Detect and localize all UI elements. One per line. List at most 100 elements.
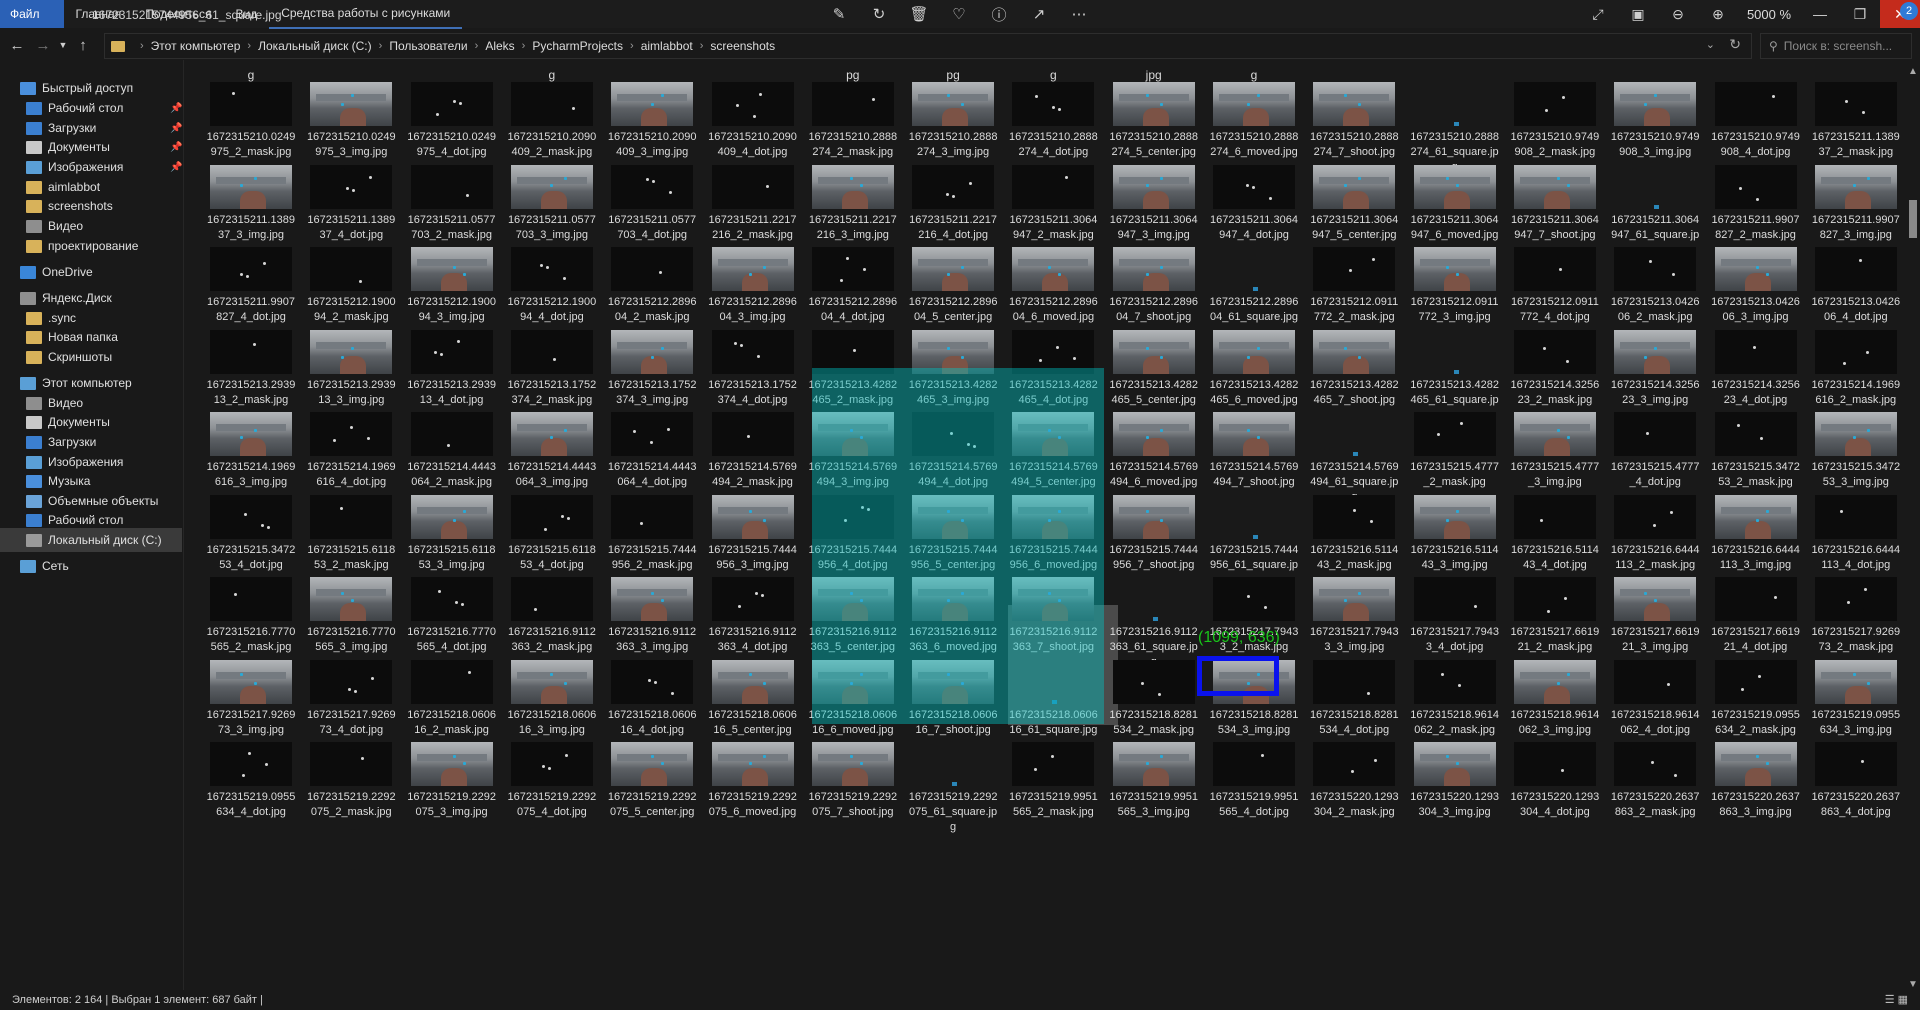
file-thumbnail xyxy=(1714,742,1797,786)
breadcrumb-item[interactable]: PycharmProjects xyxy=(532,39,623,53)
edit-icon[interactable]: ✎ xyxy=(828,3,850,25)
file-thumbnail xyxy=(410,164,493,209)
info-icon[interactable]: ⓘ xyxy=(988,3,1010,25)
file-thumbnail xyxy=(1313,412,1395,456)
minimize-icon[interactable]: — xyxy=(1800,0,1840,28)
file-thumbnail xyxy=(1814,494,1897,539)
search-input[interactable] xyxy=(1783,39,1904,53)
file-thumbnail xyxy=(1513,164,1596,209)
nav-item[interactable]: Скриншоты xyxy=(0,345,112,369)
refresh-icon[interactable]: ↻ xyxy=(1729,36,1741,53)
file-thumbnail xyxy=(1112,247,1195,291)
file-thumbnail xyxy=(1112,82,1195,126)
back-button[interactable]: ← xyxy=(4,32,30,58)
navigation-pane: Быстрый доступ Рабочий стол 📌 Загрузки 📌 Доку… xyxy=(0,60,184,990)
expand-icon[interactable]: ⤢ xyxy=(1578,0,1618,28)
file-thumbnail xyxy=(310,247,393,291)
file-thumbnail xyxy=(711,494,794,539)
file-thumbnail xyxy=(1012,660,1094,704)
breadcrumb-item[interactable]: Этот компьютер xyxy=(151,39,241,53)
breadcrumb-separator-icon[interactable]: › xyxy=(140,40,144,52)
breadcrumb-separator-icon[interactable]: › xyxy=(475,40,479,52)
maximize-icon[interactable]: ❐ xyxy=(1840,0,1880,28)
file-item[interactable]: 1672315220.2637863_3_img.jpg xyxy=(1711,732,1801,832)
folder-icon xyxy=(26,311,42,325)
scroll-down-arrow-icon[interactable]: ▼ xyxy=(1908,979,1918,990)
breadcrumb-separator-icon[interactable]: › xyxy=(630,40,634,52)
nav-item[interactable]: проектирование xyxy=(0,234,138,258)
up-button[interactable]: ↑ xyxy=(70,32,96,58)
favorite-icon[interactable]: ♡ xyxy=(948,3,970,25)
nav-item-label: Локальный диск (C:) xyxy=(48,533,162,547)
file-item[interactable]: 1672315220.1293304_3_img.jpg xyxy=(1410,732,1500,832)
chevron-down-icon[interactable]: ⌄ xyxy=(1706,38,1715,51)
file-item[interactable]: 1672315219.2292075_7_shoot.jpg xyxy=(808,732,898,832)
breadcrumb: › Этот компьютер › Локальный диск (C:) › Поль… xyxy=(133,39,775,53)
notification-badge[interactable]: 2 xyxy=(1900,2,1918,20)
file-item[interactable]: 1672315219.9951565_3_img.jpg xyxy=(1109,732,1199,832)
delete-icon[interactable]: 🗑 xyxy=(908,3,930,25)
file-thumbnail xyxy=(611,82,694,126)
file-item[interactable]: 1672315220.2637863_2_mask.jpg xyxy=(1610,732,1700,832)
breadcrumb-item[interactable]: aimlabbot xyxy=(641,39,693,53)
recent-locations-button[interactable]: ▼ xyxy=(56,32,70,58)
file-item[interactable]: 1672315219.2292075_4_dot.jpg xyxy=(507,732,597,832)
file-item[interactable]: 1672315220.1293304_2_mask.jpg xyxy=(1309,732,1399,832)
file-thumbnail xyxy=(1814,329,1897,374)
search-box[interactable]: ⚲ xyxy=(1760,33,1912,59)
file-thumbnail xyxy=(1814,164,1897,209)
zoom-in-icon[interactable]: ⊕ xyxy=(1698,0,1738,28)
file-thumbnail xyxy=(1614,247,1697,291)
nav-item[interactable]: Сеть xyxy=(0,554,69,578)
file-thumbnail xyxy=(410,412,493,456)
file-thumbnail xyxy=(1814,659,1897,704)
breadcrumb-item[interactable]: Aleks xyxy=(485,39,514,53)
file-name: 1672315220.2637863_2_mask.jpg xyxy=(1610,791,1700,818)
file-thumbnail xyxy=(1614,82,1697,126)
breadcrumb-separator-icon[interactable]: › xyxy=(522,40,526,52)
nav-item[interactable]: Локальный диск (C:) xyxy=(0,528,182,552)
breadcrumb-item[interactable]: Локальный диск (C:) xyxy=(258,39,372,53)
ribbon-tab[interactable]: Средства работы с рисунками xyxy=(269,0,463,29)
vertical-scrollbar[interactable]: ▲ ▼ xyxy=(1906,66,1920,990)
file-thumbnail xyxy=(711,412,794,456)
share-icon[interactable]: ↗ xyxy=(1028,3,1050,25)
file-thumbnail xyxy=(711,247,794,291)
file-thumbnail xyxy=(410,247,493,291)
file-item[interactable]: 1672315219.9951565_4_dot.jpg xyxy=(1209,732,1299,832)
file-thumbnail xyxy=(1313,577,1396,621)
file-item[interactable]: 1672315219.2292075_2_mask.jpg xyxy=(306,732,396,832)
breadcrumb-item[interactable]: screenshots xyxy=(710,39,775,53)
view-toggle-icons[interactable]: ☰ ▦ xyxy=(1885,993,1908,1006)
breadcrumb-separator-icon[interactable]: › xyxy=(379,40,383,52)
file-thumbnail xyxy=(310,412,393,456)
file-thumbnail xyxy=(912,659,995,704)
scroll-up-arrow-icon[interactable]: ▲ xyxy=(1908,66,1918,77)
ribbon-tab[interactable]: Файл xyxy=(0,0,64,28)
address-box[interactable]: › Этот компьютер › Локальный диск (C:) › Поль… xyxy=(104,33,1752,59)
file-item[interactable]: 1672315219.0955634_4_dot.jpg xyxy=(206,732,296,832)
file-item[interactable]: 1672315219.2292075_5_center.jpg xyxy=(607,732,697,832)
file-item[interactable]: 1672315220.2637863_4_dot.jpg xyxy=(1811,732,1901,832)
file-thumbnail xyxy=(711,164,794,209)
nav-item[interactable]: OneDrive xyxy=(0,260,93,284)
breadcrumb-separator-icon[interactable]: › xyxy=(700,40,704,52)
file-item[interactable]: 1672315219.2292075_6_moved.jpg xyxy=(708,732,798,832)
more-icon[interactable]: ⋯ xyxy=(1068,3,1090,25)
file-item[interactable]: 1672315220.1293304_4_dot.jpg xyxy=(1510,732,1600,832)
file-thumbnail xyxy=(510,412,593,456)
forward-button[interactable]: → xyxy=(30,32,56,58)
breadcrumb-item[interactable]: Пользователи xyxy=(389,39,467,53)
file-item[interactable]: 1672315219.2292075_61_square.jpg xyxy=(908,732,998,833)
scroll-thumb[interactable] xyxy=(1909,200,1917,238)
zoom-out-icon[interactable]: ⊖ xyxy=(1658,0,1698,28)
file-thumbnail xyxy=(1714,82,1797,126)
nav-item-label: Видео xyxy=(48,396,84,410)
fit-screen-icon[interactable]: ▣ xyxy=(1618,0,1658,28)
rotate-icon[interactable]: ↻ xyxy=(868,3,890,25)
file-item[interactable]: 1672315219.9951565_2_mask.jpg xyxy=(1008,732,1098,832)
file-item[interactable]: 1672315219.2292075_3_img.jpg xyxy=(407,732,497,832)
folder-icon xyxy=(26,330,42,344)
breadcrumb-separator-icon[interactable]: › xyxy=(247,40,251,52)
file-thumbnail xyxy=(1614,329,1697,374)
